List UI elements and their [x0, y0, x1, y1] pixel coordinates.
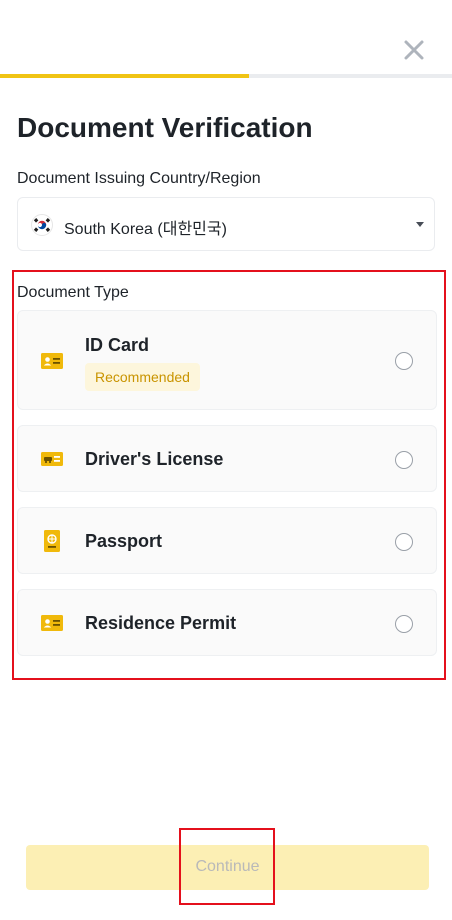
- progress-bar: [0, 74, 452, 78]
- option-name: Driver's License: [85, 449, 224, 469]
- document-option-drivers-license[interactable]: Driver's License: [17, 425, 437, 492]
- country-value: South Korea (대한민국): [64, 221, 227, 238]
- page-title: Document Verification: [17, 112, 313, 143]
- country-label: Document Issuing Country/Region: [17, 170, 261, 187]
- continue-highlight: [179, 828, 275, 905]
- progress-fill: [0, 74, 249, 78]
- passport-icon: [44, 530, 60, 552]
- caret-down-icon: [416, 222, 424, 227]
- document-type-label: Document Type: [17, 284, 129, 301]
- document-option-id-card[interactable]: ID Card Recommended: [17, 310, 437, 410]
- close-button[interactable]: [400, 36, 428, 64]
- option-name: Residence Permit: [85, 613, 237, 633]
- option-name: Passport: [85, 531, 163, 551]
- residence-permit-icon: [41, 615, 63, 631]
- close-icon: [404, 40, 424, 60]
- id-card-icon: [41, 353, 63, 369]
- document-option-passport[interactable]: Passport: [17, 507, 437, 574]
- option-name: ID Card: [85, 335, 150, 355]
- recommended-badge: Recommended: [85, 363, 200, 391]
- country-select[interactable]: South Korea (대한민국): [17, 197, 435, 251]
- option-radio[interactable]: [395, 533, 413, 551]
- document-option-residence-permit[interactable]: Residence Permit: [17, 589, 437, 656]
- option-radio[interactable]: [395, 615, 413, 633]
- option-radio[interactable]: [395, 451, 413, 469]
- driver-license-icon: [41, 452, 63, 466]
- south-korea-flag-icon: [31, 214, 53, 236]
- option-radio[interactable]: [395, 352, 413, 370]
